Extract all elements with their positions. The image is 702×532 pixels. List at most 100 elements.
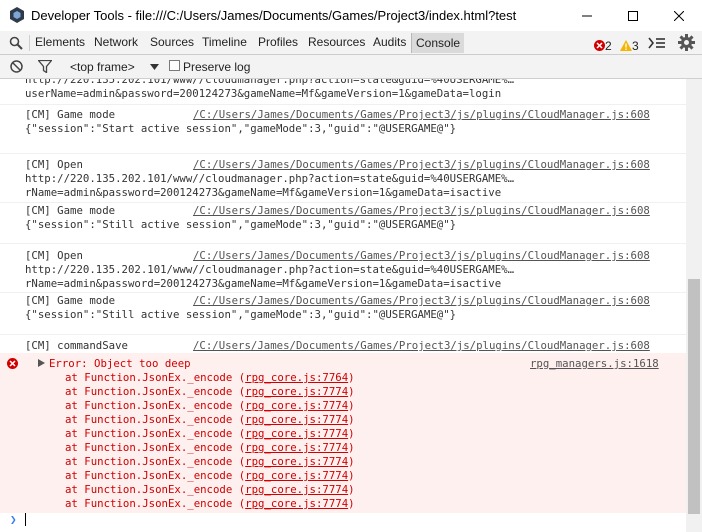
stack-frame: at Function.JsonEx._encode (rpg_core.js:… xyxy=(65,483,355,497)
console-scrollbar[interactable] xyxy=(686,79,702,532)
stack-frame-function: at Function.JsonEx._encode ( xyxy=(65,469,246,482)
stack-frame-link[interactable]: rpg_core.js:7774 xyxy=(245,399,348,412)
console-line: [CM] Game mode xyxy=(25,294,116,307)
console-line: http://220.135.202.101/www//cloudmanager… xyxy=(25,79,515,86)
console-line: userName=admin&password=200124273&gameNa… xyxy=(25,87,502,100)
warning-counter[interactable]: 3 xyxy=(620,37,639,55)
tab-audits[interactable]: Audits xyxy=(373,35,406,49)
clear-console-icon[interactable] xyxy=(10,60,23,73)
console-toolbar: <top frame> Preserve log xyxy=(0,55,702,79)
stack-frame: at Function.JsonEx._encode (rpg_core.js:… xyxy=(65,441,355,455)
window-title: Developer Tools - file:///C:/Users/James… xyxy=(31,8,517,23)
error-count: 2 xyxy=(605,39,612,53)
message-divider xyxy=(0,334,686,335)
console-prompt-icon: ❯ xyxy=(10,513,17,526)
stack-frame: at Function.JsonEx._encode (rpg_core.js:… xyxy=(65,455,355,469)
chevron-down-icon[interactable] xyxy=(150,64,159,70)
stack-frame-link[interactable]: rpg_core.js:7774 xyxy=(245,413,348,426)
error-icon xyxy=(594,40,605,51)
stack-frame-link[interactable]: rpg_core.js:7774 xyxy=(245,441,348,454)
preserve-log-checkbox[interactable] xyxy=(169,60,180,71)
filter-icon[interactable] xyxy=(38,60,52,73)
close-button[interactable] xyxy=(656,0,702,31)
stack-frame: at Function.JsonEx._encode (rpg_core.js:… xyxy=(65,413,355,427)
console-line: [CM] Open xyxy=(25,249,83,262)
stack-frame: at Function.JsonEx._encode (rpg_core.js:… xyxy=(65,385,355,399)
console-line: [CM] commandSave xyxy=(25,339,128,352)
stack-frame: at Function.JsonEx._encode (rpg_core.js:… xyxy=(65,427,355,441)
preserve-log-label[interactable]: Preserve log xyxy=(183,60,250,74)
stack-frame-close: ) xyxy=(348,413,355,426)
error-message[interactable]: Error: Object too deep xyxy=(49,357,191,371)
source-link[interactable]: /C:/Users/James/Documents/Games/Project3… xyxy=(193,158,650,172)
stack-frame-close: ) xyxy=(348,371,355,384)
message-divider xyxy=(0,292,686,293)
stack-frame: at Function.JsonEx._encode (rpg_core.js:… xyxy=(65,497,355,511)
console-line: rName=admin&password=200124273&gameName=… xyxy=(25,186,502,199)
maximize-button[interactable] xyxy=(610,0,656,31)
warning-count: 3 xyxy=(632,39,639,53)
stack-frame-link[interactable]: rpg_core.js:7764 xyxy=(245,371,348,384)
search-icon[interactable] xyxy=(9,36,23,50)
warning-icon xyxy=(620,40,632,51)
tab-console[interactable]: Console xyxy=(411,33,465,53)
stack-frame-close: ) xyxy=(348,497,355,510)
expand-triangle-icon[interactable] xyxy=(38,359,45,367)
close-icon xyxy=(674,10,684,21)
message-divider xyxy=(0,104,686,105)
stack-frame-link[interactable]: rpg_core.js:7774 xyxy=(245,427,348,440)
message-divider xyxy=(0,243,686,244)
tab-separator xyxy=(29,35,30,51)
console-line: {"session":"Start active session","gameM… xyxy=(25,122,457,135)
stack-frame-close: ) xyxy=(348,399,355,412)
tab-elements[interactable]: Elements xyxy=(35,35,85,49)
tab-timeline[interactable]: Timeline xyxy=(202,35,247,49)
error-source-link[interactable]: rpg_managers.js:1618 xyxy=(530,357,659,371)
console-line: {"session":"Still active session","gameM… xyxy=(25,308,457,321)
source-link[interactable]: /C:/Users/James/Documents/Games/Project3… xyxy=(193,204,650,218)
stack-frame-function: at Function.JsonEx._encode ( xyxy=(65,497,246,510)
stack-frame: at Function.JsonEx._encode (rpg_core.js:… xyxy=(65,399,355,413)
stack-frame-link[interactable]: rpg_core.js:7774 xyxy=(245,483,348,496)
context-selector[interactable]: <top frame> xyxy=(70,60,135,74)
stack-frame-link[interactable]: rpg_core.js:7774 xyxy=(245,385,348,398)
minimize-button[interactable] xyxy=(564,0,610,31)
message-divider xyxy=(0,202,686,203)
message-divider xyxy=(0,153,686,154)
stack-frame-function: at Function.JsonEx._encode ( xyxy=(65,385,246,398)
maximize-icon xyxy=(628,10,638,21)
stack-frame-function: at Function.JsonEx._encode ( xyxy=(65,483,246,496)
stack-frame-function: at Function.JsonEx._encode ( xyxy=(65,455,246,468)
devtools-tab-bar: Elements Network Sources Timeline Profil… xyxy=(0,31,702,55)
console-line: http://220.135.202.101/www//cloudmanager… xyxy=(25,172,515,185)
source-link[interactable]: /C:/Users/James/Documents/Games/Project3… xyxy=(193,249,650,263)
stack-frame-function: at Function.JsonEx._encode ( xyxy=(65,371,246,384)
stack-frame-close: ) xyxy=(348,441,355,454)
minimize-icon xyxy=(582,15,592,16)
stack-frame-close: ) xyxy=(348,455,355,468)
drawer-toggle-icon[interactable] xyxy=(648,37,665,49)
source-link[interactable]: /C:/Users/James/Documents/Games/Project3… xyxy=(193,294,650,308)
console-line: [CM] Game mode xyxy=(25,108,116,121)
console-line: http://220.135.202.101/www//cloudmanager… xyxy=(25,263,515,276)
stack-frame-link[interactable]: rpg_core.js:7774 xyxy=(245,469,348,482)
source-link[interactable]: /C:/Users/James/Documents/Games/Project3… xyxy=(193,108,650,122)
console-output: http://220.135.202.101/www//cloudmanager… xyxy=(0,79,686,532)
error-counter[interactable]: 2 xyxy=(594,37,612,55)
settings-gear-icon[interactable] xyxy=(678,34,695,51)
console-line: rName=admin&password=200124273&gameName=… xyxy=(25,277,502,290)
stack-frame-close: ) xyxy=(348,469,355,482)
source-link[interactable]: /C:/Users/James/Documents/Games/Project3… xyxy=(193,339,650,353)
tab-network[interactable]: Network xyxy=(94,35,138,49)
stack-frame-link[interactable]: rpg_core.js:7774 xyxy=(245,497,348,510)
tab-sources[interactable]: Sources xyxy=(150,35,194,49)
console-input-caret[interactable] xyxy=(25,513,26,526)
stack-frame-function: at Function.JsonEx._encode ( xyxy=(65,413,246,426)
tab-profiles[interactable]: Profiles xyxy=(258,35,298,49)
stack-frame: at Function.JsonEx._encode (rpg_core.js:… xyxy=(65,469,355,483)
scrollbar-thumb[interactable] xyxy=(688,279,700,514)
error-icon xyxy=(7,358,18,369)
tab-resources[interactable]: Resources xyxy=(308,35,365,49)
stack-frame: at Function.JsonEx._encode (rpg_core.js:… xyxy=(65,371,355,385)
stack-frame-link[interactable]: rpg_core.js:7774 xyxy=(245,455,348,468)
